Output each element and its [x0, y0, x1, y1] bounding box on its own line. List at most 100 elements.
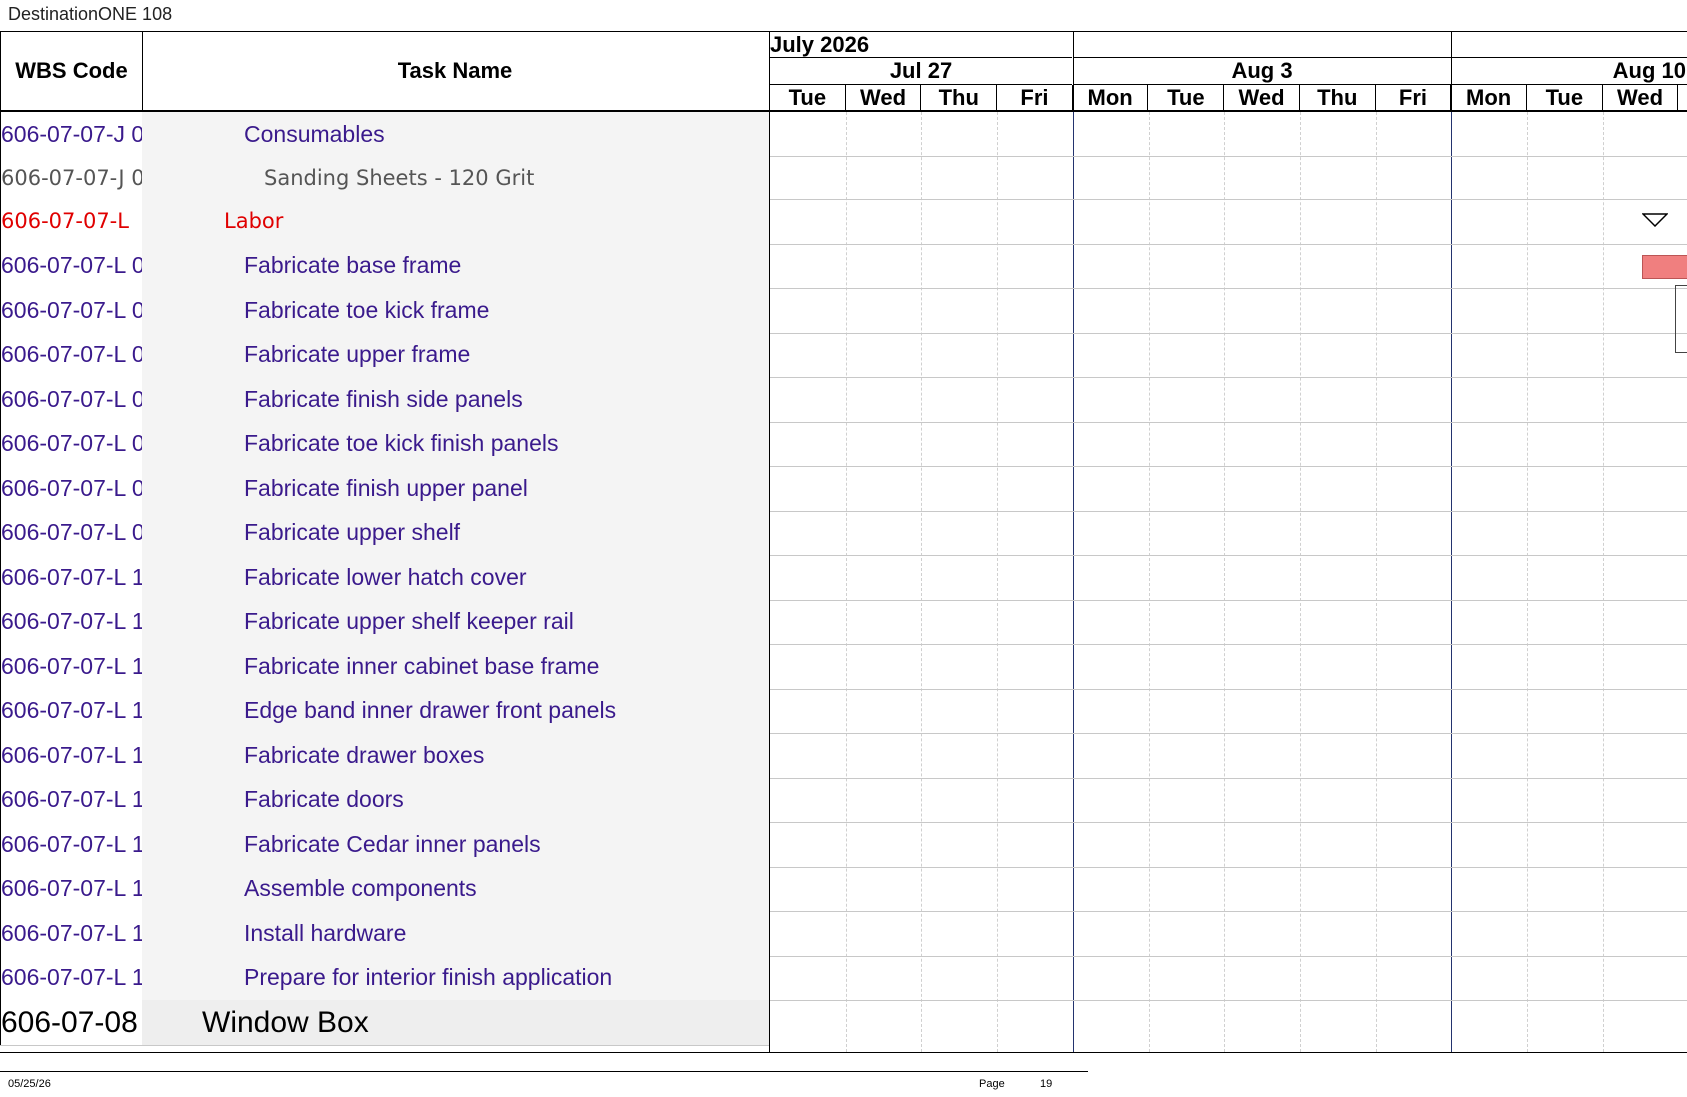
- task-name-cell[interactable]: Edge band inner drawer front panels: [142, 688, 769, 733]
- wbs-code-cell[interactable]: 606-07-07-L 1: [0, 866, 143, 911]
- task-name-cell[interactable]: Labor: [142, 199, 769, 244]
- task-name-cell[interactable]: Fabricate upper frame: [142, 332, 769, 377]
- document-title: DestinationONE 108: [8, 4, 173, 24]
- wbs-code-cell[interactable]: 606-07-07-L 1: [0, 777, 143, 822]
- wbs-code-cell[interactable]: 606-07-07-L 0: [0, 332, 143, 377]
- table-row[interactable]: 606-07-07-L 0 Fabricate upper frame: [0, 332, 769, 378]
- gantt-row-line: [770, 421, 1687, 423]
- table-row[interactable]: 606-07-07-L 1 Fabricate doors: [0, 777, 769, 823]
- table-row[interactable]: 606-07-07-L 0 Fabricate toe kick frame: [0, 288, 769, 334]
- wbs-code-cell[interactable]: 606-07-07-L 0: [0, 421, 143, 466]
- task-name-text: Prepare for interior finish application: [244, 964, 613, 991]
- gantt-row-line: [770, 644, 1687, 645]
- task-name-text: Fabricate inner cabinet base frame: [244, 652, 600, 679]
- wbs-code-cell[interactable]: 606-07-08: [0, 1000, 143, 1045]
- table-row[interactable]: 606-07-07-L 1 Assemble components: [0, 866, 769, 912]
- day-header: Thu: [1300, 85, 1376, 110]
- gantt-row-line: [770, 243, 1687, 245]
- wbs-code-cell[interactable]: 606-07-07-L 0: [0, 510, 143, 555]
- table-row[interactable]: 606-07-07-J 0 Consumables: [0, 112, 769, 157]
- table-row[interactable]: 606-07-07-L 1 Fabricate lower hatch cover: [0, 555, 769, 601]
- week-header-aug3: Aug 3: [1073, 58, 1451, 85]
- wbs-code-cell[interactable]: 606-07-07-L 1: [0, 599, 143, 644]
- gantt-row-line: [770, 688, 1687, 690]
- wbs-code-cell[interactable]: 606-07-07-L 0: [0, 377, 143, 422]
- day-header: Wed: [1603, 85, 1679, 110]
- task-name-cell[interactable]: Fabricate lower hatch cover: [142, 555, 769, 600]
- task-name-cell[interactable]: Fabricate Cedar inner panels: [142, 822, 769, 867]
- task-name-cell[interactable]: Fabricate base frame: [142, 243, 769, 288]
- wbs-code-cell[interactable]: 606-07-07-L 1: [0, 555, 143, 600]
- gantt-row-line: [770, 332, 1687, 334]
- gantt-row-line: [770, 466, 1687, 467]
- task-bar-outline[interactable]: [1675, 285, 1687, 353]
- table-row[interactable]: 606-07-08 Window Box: [0, 1000, 769, 1046]
- task-name-cell[interactable]: Fabricate toe kick frame: [142, 288, 769, 333]
- day-header: Tue: [1527, 85, 1603, 110]
- task-name-text: Fabricate base frame: [244, 252, 462, 279]
- wbs-code-cell[interactable]: 606-07-07-J 01: [0, 156, 143, 199]
- task-name-text: Fabricate upper shelf: [244, 519, 461, 546]
- table-row[interactable]: 606-07-07-L 1 Edge band inner drawer fron…: [0, 688, 769, 734]
- task-name-cell[interactable]: Assemble components: [142, 866, 769, 911]
- table-row[interactable]: 606-07-07-L 0 Fabricate upper shelf: [0, 510, 769, 556]
- task-name-text: Fabricate upper frame: [244, 341, 471, 368]
- task-name-cell[interactable]: Fabricate doors: [142, 777, 769, 822]
- wbs-code-cell[interactable]: 606-07-07-L 0: [0, 243, 143, 288]
- table-row[interactable]: 606-07-07-L 1 Install hardware: [0, 911, 769, 957]
- task-name-cell[interactable]: Fabricate upper shelf: [142, 510, 769, 555]
- task-name-cell[interactable]: Prepare for interior finish application: [142, 955, 769, 1000]
- task-name-text: Fabricate lower hatch cover: [244, 563, 527, 590]
- task-table: WBS Code Task Name 606-07-07-J 0 Consumab…: [0, 31, 769, 1053]
- timeline-header-divider: [770, 110, 1687, 112]
- page-label: Page: [979, 1078, 1005, 1090]
- table-row[interactable]: 606-07-07-L Labor: [0, 199, 769, 245]
- table-row[interactable]: 606-07-07-L 0 Fabricate finish upper pane…: [0, 466, 769, 512]
- task-name-cell[interactable]: Fabricate upper shelf keeper rail: [142, 599, 769, 644]
- table-row[interactable]: 606-07-07-L 1 Fabricate Cedar inner panel…: [0, 822, 769, 868]
- task-name-cell[interactable]: Fabricate drawer boxes: [142, 733, 769, 778]
- task-name-text: Consumables: [244, 120, 385, 147]
- task-name-text: Fabricate toe kick finish panels: [244, 430, 559, 457]
- wbs-code-cell[interactable]: 606-07-07-L 1: [0, 822, 143, 867]
- day-header: Mon: [1451, 85, 1527, 110]
- gantt-row-line: [770, 156, 1687, 157]
- task-name-cell[interactable]: Install hardware: [142, 911, 769, 956]
- table-row[interactable]: 606-07-07-L 1 Prepare for interior finish…: [0, 955, 769, 1001]
- task-name-cell[interactable]: Fabricate toe kick finish panels: [142, 421, 769, 466]
- task-name-text: Install hardware: [244, 919, 407, 946]
- week-header-separator: [1451, 32, 1453, 110]
- week-header-jul27: Jul 27: [770, 58, 1072, 85]
- wbs-code-cell[interactable]: 606-07-07-L 0: [0, 466, 143, 511]
- gantt-row-line: [770, 555, 1687, 556]
- week-header-separator: [1072, 32, 1074, 110]
- wbs-code-cell[interactable]: 606-07-07-L: [0, 199, 143, 244]
- task-name-cell[interactable]: Consumables: [142, 112, 769, 156]
- day-header: Wed: [1224, 85, 1300, 110]
- task-bar-fabricate-base-frame[interactable]: [1642, 255, 1687, 279]
- task-name-header[interactable]: Task Name: [141, 32, 769, 110]
- task-name-text: Fabricate Cedar inner panels: [244, 830, 541, 857]
- week-header-aug10: Aug 10: [1452, 58, 1687, 85]
- task-name-cell[interactable]: Fabricate finish upper panel: [142, 466, 769, 511]
- task-name-cell[interactable]: Fabricate inner cabinet base frame: [142, 644, 769, 689]
- task-name-cell[interactable]: Sanding Sheets - 120 Grit: [142, 156, 769, 199]
- task-name-cell[interactable]: Fabricate finish side panels: [142, 377, 769, 422]
- wbs-code-cell[interactable]: 606-07-07-L 1: [0, 955, 143, 1000]
- wbs-code-header[interactable]: WBS Code: [0, 32, 143, 110]
- wbs-code-cell[interactable]: 606-07-07-L 1: [0, 911, 143, 956]
- table-row[interactable]: 606-07-07-L 0 Fabricate toe kick finish p…: [0, 421, 769, 467]
- table-row[interactable]: 606-07-07-L 0 Fabricate finish side panel…: [0, 377, 769, 423]
- table-row[interactable]: 606-07-07-J 01 Sanding Sheets - 120 Grit: [0, 156, 769, 200]
- wbs-code-cell[interactable]: 606-07-07-L 0: [0, 288, 143, 333]
- table-row[interactable]: 606-07-07-L 1 Fabricate upper shelf keepe…: [0, 599, 769, 645]
- wbs-code-cell[interactable]: 606-07-07-J 0: [0, 112, 143, 156]
- day-header: Thu: [921, 85, 998, 110]
- table-row[interactable]: 606-07-07-L 1 Fabricate inner cabinet bas…: [0, 644, 769, 690]
- wbs-code-cell[interactable]: 606-07-07-L 1: [0, 733, 143, 778]
- wbs-code-cell[interactable]: 606-07-07-L 1: [0, 688, 143, 733]
- table-row[interactable]: 606-07-07-L 0 Fabricate base frame: [0, 243, 769, 289]
- task-name-cell[interactable]: Window Box: [142, 1000, 769, 1045]
- wbs-code-cell[interactable]: 606-07-07-L 1: [0, 644, 143, 689]
- table-row[interactable]: 606-07-07-L 1 Fabricate drawer boxes: [0, 733, 769, 779]
